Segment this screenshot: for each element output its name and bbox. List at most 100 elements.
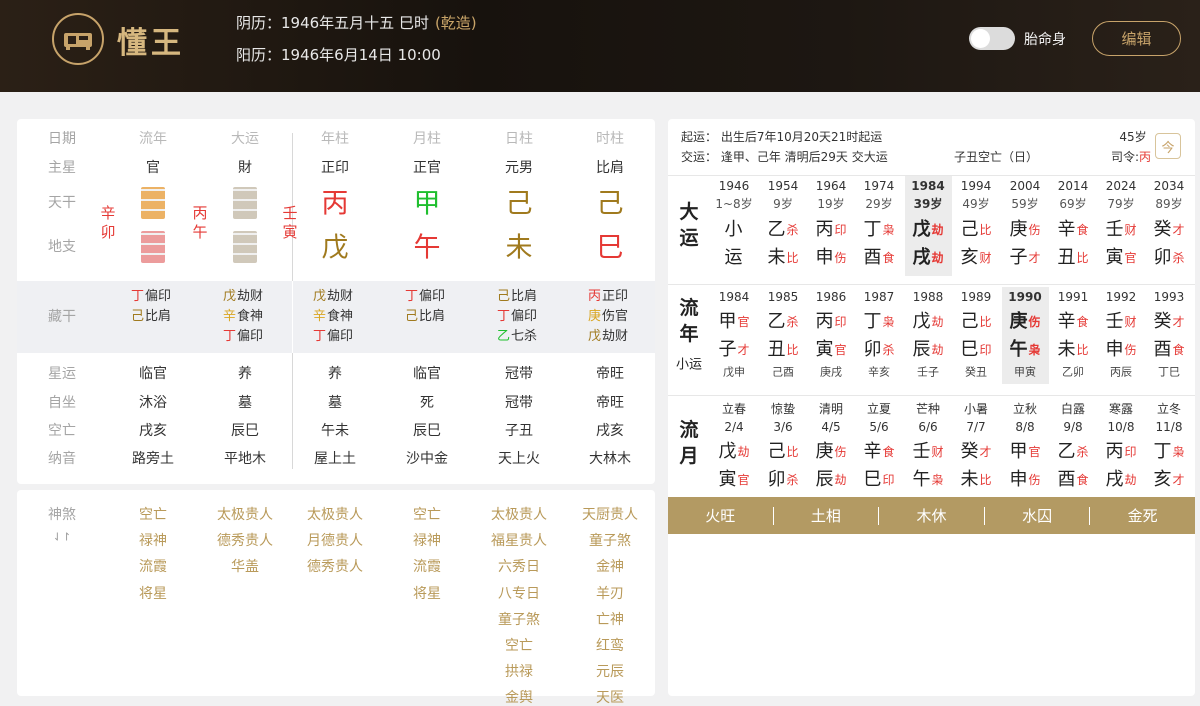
canggan-stem: 辛 [313,309,327,324]
shensha-item: 拱禄 [505,664,533,681]
dayun-title: 大运 [679,201,699,249]
liunian-year[interactable]: 1991 [1058,291,1089,303]
liuyue-date: 2/4 [724,420,744,434]
liunian-branch-char: 卯 [863,339,882,360]
xingyun-value: 临官 [139,366,167,382]
dayun-branch: 亥财 [952,245,1000,271]
dayun-stem: 庚伤 [1001,217,1049,243]
dayun-stem: 丙印 [807,217,855,243]
dayun-stem-char: 壬 [1105,219,1124,240]
canggan-stem: 戊 [313,289,327,304]
shensha-item: 天厨贵人 [582,507,638,523]
master-star: 正印 [321,160,349,176]
canggan-god: 食神 [237,309,264,324]
dayun-branch-god: 食 [882,251,895,265]
canggan-list: 丁偏印 己比肩 [405,287,445,327]
nayin-value: 大林木 [589,451,631,467]
canggan-stem: 丁 [223,329,237,344]
shensha-item: 天医 [596,690,624,706]
wuxing-state: 水囚 [1022,507,1053,525]
column-header: 大运 [231,131,259,147]
canggan-list: 丁偏印 己比肩 [131,287,171,327]
shensha-item: 红鸾 [596,638,624,654]
canggan-god: 劫财 [237,289,264,304]
liunian-branch-god: 劫 [931,343,944,357]
tiangan-char: 己 [596,188,624,220]
liuyue-jieqi[interactable]: 立夏 [867,403,891,415]
siling: 司令:丙 [1111,151,1151,163]
dayun-age: 79岁 [1107,197,1135,211]
liunian-year[interactable]: 1986 [816,291,847,303]
label-tiangan: 天干 [48,195,76,211]
dayun-stem-char: 癸 [1153,219,1172,240]
liuyue-jieqi[interactable]: 寒露 [1109,403,1133,415]
liunian-branch-god: 官 [834,343,847,357]
blurred-cell [233,187,257,219]
dayun-stem: 小 [710,217,758,243]
tiangan-char: 己 [505,188,533,220]
liuyue-stem: 甲官 [1001,439,1049,465]
liunian-year[interactable]: 1989 [961,291,992,303]
liuyue-stem: 戊劫 [710,439,758,465]
liunian-stem-god: 财 [1124,315,1137,329]
liunian-branch-god: 印 [979,343,992,357]
liuyue-stem-god: 财 [931,445,944,459]
liuyue-branch-char: 巳 [863,469,882,490]
liuyue-jieqi[interactable]: 立秋 [1013,403,1037,415]
liuyue-jieqi[interactable]: 立春 [722,403,746,415]
dayun-branch-char: 申 [815,247,834,268]
liunian-year[interactable]: 1987 [864,291,895,303]
liunian-title: 流年 [679,297,699,345]
liuyue-jieqi[interactable]: 立冬 [1157,403,1181,415]
liunian-year[interactable]: 1984 [719,291,750,303]
liuyue-jieqi[interactable]: 清明 [819,403,843,415]
dizhi-char: 巳 [596,232,624,264]
label-zizuo: 自坐 [48,395,76,411]
liunian-stem-char: 辛 [1057,311,1076,332]
canggan-item: 丁偏印 [131,287,171,307]
canggan-item: 丁偏印 [313,327,353,347]
dayun-stem-god: 劫 [931,223,944,237]
taiming-toggle[interactable] [969,27,1015,50]
canggan-god: 比肩 [511,289,538,304]
liunian-year[interactable]: 1990 [1008,291,1041,303]
dayun-branch: 申伤 [807,245,855,271]
blurred-cell [141,187,165,219]
liuyue-stem-god: 枭 [1172,445,1185,459]
today-button[interactable]: 今 [1155,133,1181,159]
dayun-stem: 壬财 [1097,217,1145,243]
liunian-year[interactable]: 1988 [913,291,944,303]
dayun-branch-god: 杀 [1172,251,1185,265]
edit-button[interactable]: 编辑 [1092,21,1181,56]
shensha-item: 福星贵人 [491,533,547,550]
liunian-year[interactable]: 1992 [1106,291,1137,303]
canggan-stem: 丁 [497,309,511,324]
shensha-item: 将星 [413,585,441,602]
dayun-branch-char: 寅 [1105,247,1124,268]
liunian-year[interactable]: 1985 [768,291,799,303]
liuyue-jieqi[interactable]: 惊蛰 [771,403,795,415]
canggan-list: 戊劫财 辛食神 丁偏印 [223,287,263,347]
liuyue-jieqi[interactable]: 小暑 [964,403,988,415]
liuyue-branch: 寅官 [710,467,758,493]
canggan-god: 伤官 [602,309,629,324]
liuyue-branch: 巳印 [855,467,903,493]
label-xingyun: 星运 [48,366,76,382]
shensha-toggle-icon[interactable]: ⇃↾ [53,532,71,543]
liunian-branch-char: 午 [1009,339,1028,360]
kongwang-text: 子丑空亡（日） [953,150,1039,164]
liuyue-jieqi[interactable]: 芒种 [916,403,940,415]
xingyun-value: 临官 [413,366,441,382]
dayun-stem-char: 戊 [912,219,931,240]
master-star: 比肩 [596,160,624,176]
kongwang-value: 辰巳 [413,423,441,439]
liuyue-jieqi[interactable]: 白露 [1061,403,1085,415]
canggan-stem: 丁 [131,289,145,304]
wuxing-state: 土相 [810,507,841,525]
xiaoyun-value: 丁巳 [1158,365,1180,379]
master-star: 元男 [505,160,533,176]
dizhi-char: 未 [505,232,533,264]
liunian-year[interactable]: 1993 [1154,291,1185,303]
lunar-text: 阴历：1946年五月十五 巳时 [236,14,429,32]
liuyue-date: 5/6 [869,420,889,434]
